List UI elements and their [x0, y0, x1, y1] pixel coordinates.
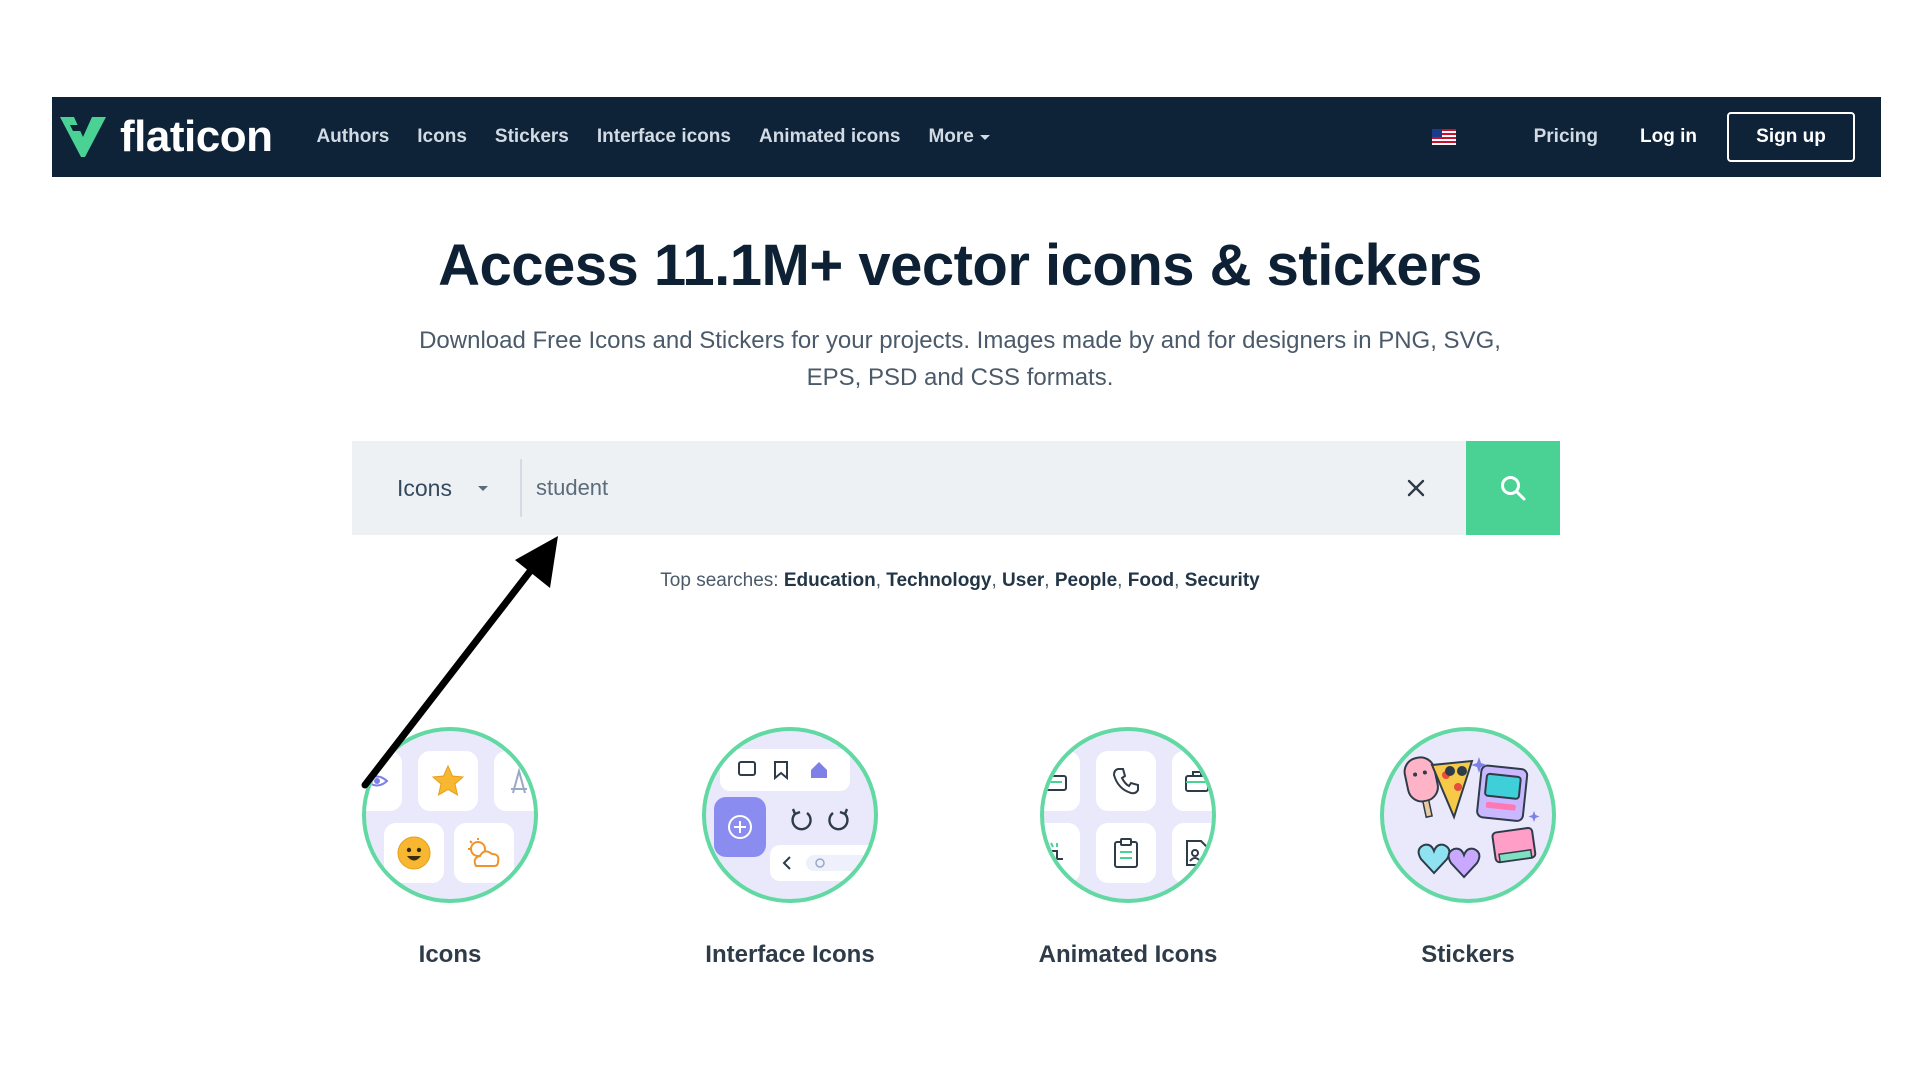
category-interface-icons[interactable]: Interface Icons — [700, 727, 880, 969]
annotation-arrow — [361, 536, 558, 789]
nav-right-group: Pricing Log in Sign up — [1431, 97, 1881, 177]
nav-animated-icons[interactable]: Animated icons — [759, 126, 900, 148]
interface-toolbar — [720, 749, 850, 791]
category-animated-icons-label: Animated Icons — [1038, 941, 1218, 968]
nav-more-dropdown[interactable]: More — [928, 126, 990, 148]
search-type-dropdown[interactable]: Icons — [352, 459, 522, 517]
chevron-down-icon — [979, 134, 990, 140]
flaticon-logo[interactable]: flaticon — [58, 97, 302, 177]
top-search-technology[interactable]: Technology — [886, 570, 991, 591]
us-flag-icon[interactable] — [1431, 129, 1456, 145]
top-searches-label: Top searches: — [660, 570, 779, 591]
signup-button[interactable]: Sign up — [1727, 112, 1855, 162]
top-search-people[interactable]: People — [1055, 570, 1117, 591]
search-type-label: Icons — [397, 474, 452, 501]
stickers-collage-icon — [1403, 756, 1540, 879]
login-link[interactable]: Log in — [1640, 126, 1697, 148]
category-icons-label: Icons — [418, 941, 482, 968]
tray-icon — [1044, 751, 1080, 811]
sun-cloud-icon — [454, 823, 514, 883]
category-stickers-illustration — [1380, 727, 1556, 903]
chevron-down-icon — [477, 485, 488, 491]
close-icon — [1407, 479, 1425, 497]
category-stickers-label: Stickers — [1421, 941, 1515, 968]
hero-subtitle: Download Free Icons and Stickers for you… — [419, 327, 1501, 391]
flaticon-logo-icon — [60, 117, 106, 157]
smiley-icon — [384, 823, 444, 883]
hero-title: Access 11.1M+ vector icons & stickers — [438, 233, 1482, 298]
briefcase-icon — [1172, 751, 1212, 811]
category-stickers[interactable]: Stickers — [1378, 727, 1558, 969]
category-animated-icons[interactable]: Animated Icons — [1038, 727, 1218, 969]
category-animated-icons-illustration — [1040, 727, 1216, 903]
nav-stickers[interactable]: Stickers — [495, 126, 569, 148]
nav-interface-icons[interactable]: Interface icons — [597, 126, 731, 148]
top-search-user[interactable]: User — [1002, 570, 1044, 591]
search-icon — [1501, 476, 1526, 501]
brand-name: flaticon — [120, 112, 273, 161]
top-searches: Top searches: Education, Technology, Use… — [660, 570, 1260, 591]
phone-icon — [1096, 751, 1156, 811]
category-interface-icons-illustration — [702, 727, 878, 903]
top-navbar: flaticon Authors Icons Stickers Interfac… — [52, 97, 1881, 177]
id-document-icon — [1172, 823, 1212, 883]
nav-icons[interactable]: Icons — [417, 126, 467, 148]
undo-redo-icons — [770, 797, 870, 839]
category-interface-icons-label: Interface Icons — [705, 941, 875, 968]
clipboard-icon — [1096, 823, 1156, 883]
top-search-food[interactable]: Food — [1128, 570, 1174, 591]
mini-search-bar — [770, 845, 874, 881]
top-search-security[interactable]: Security — [1185, 570, 1260, 591]
search-input[interactable] — [521, 441, 1396, 535]
nav-more-label: More — [928, 126, 974, 147]
clear-search-button[interactable] — [1396, 468, 1436, 508]
add-circle-icon — [714, 797, 766, 857]
top-search-education[interactable]: Education — [784, 570, 876, 591]
nav-authors[interactable]: Authors — [316, 126, 389, 148]
search-bar: Icons — [352, 441, 1560, 535]
hand-icon — [1044, 823, 1080, 883]
nav-pricing[interactable]: Pricing — [1534, 126, 1598, 148]
search-button[interactable] — [1466, 441, 1560, 535]
